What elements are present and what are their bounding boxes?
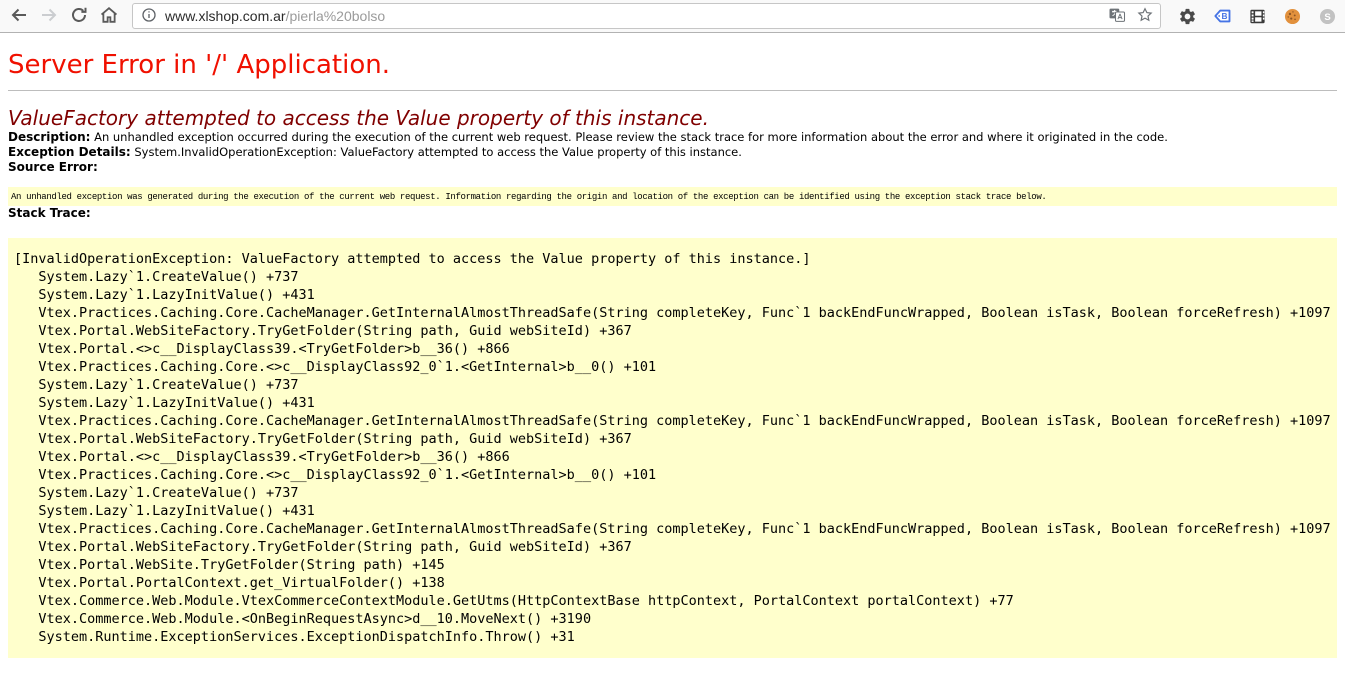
description-row: Description: An unhandled exception occu…: [8, 130, 1337, 145]
stack-trace-row: Stack Trace:: [8, 206, 1337, 221]
back-arrow-icon: [9, 5, 29, 28]
description-text: An unhandled exception occurred during t…: [94, 130, 1168, 144]
home-button[interactable]: [95, 2, 123, 30]
url-path: /pierla%20bolso: [286, 8, 386, 24]
page-title: Server Error in '/' Application.: [8, 50, 1337, 80]
forward-arrow-icon: [39, 5, 59, 28]
error-message: ValueFactory attempted to access the Val…: [8, 106, 1337, 130]
stack-trace-box: [InvalidOperationException: ValueFactory…: [8, 238, 1337, 658]
exception-details-row: Exception Details: System.InvalidOperati…: [8, 145, 1337, 160]
stack-trace-label: Stack Trace:: [8, 206, 91, 220]
info-icon[interactable]: [141, 7, 157, 26]
filmstrip-icon[interactable]: [1247, 6, 1267, 26]
home-icon: [99, 5, 119, 28]
cookie-icon[interactable]: [1282, 6, 1302, 26]
skype-icon[interactable]: S: [1317, 6, 1337, 26]
description-label: Description:: [8, 130, 90, 144]
refresh-icon: [69, 5, 89, 28]
extension-area: B S: [1177, 6, 1337, 26]
error-page: Server Error in '/' Application. ValueFa…: [0, 50, 1345, 658]
skype-letter: S: [1324, 11, 1330, 22]
forward-button[interactable]: [35, 2, 63, 30]
tag-icon[interactable]: B: [1212, 6, 1232, 26]
gear-icon[interactable]: [1177, 6, 1197, 26]
source-error-label: Source Error:: [8, 160, 98, 174]
source-error-box: An unhandled exception was generated dur…: [8, 187, 1337, 206]
tag-letter: B: [1221, 11, 1227, 21]
star-icon[interactable]: [1136, 6, 1154, 27]
url-text[interactable]: www.xlshop.com.ar/pierla%20bolso: [165, 8, 1108, 24]
url-host: www.xlshop.com.ar: [165, 8, 286, 24]
url-bar[interactable]: www.xlshop.com.ar/pierla%20bolso: [132, 3, 1161, 29]
exception-details-label: Exception Details:: [8, 145, 131, 159]
translate-icon[interactable]: [1108, 6, 1126, 27]
browser-toolbar: www.xlshop.com.ar/pierla%20bolso B S: [0, 0, 1345, 33]
exception-details-text: System.InvalidOperationException: ValueF…: [134, 145, 742, 159]
divider: [8, 90, 1337, 91]
refresh-button[interactable]: [65, 2, 93, 30]
source-error-row: Source Error:: [8, 160, 1337, 175]
back-button[interactable]: [5, 2, 33, 30]
